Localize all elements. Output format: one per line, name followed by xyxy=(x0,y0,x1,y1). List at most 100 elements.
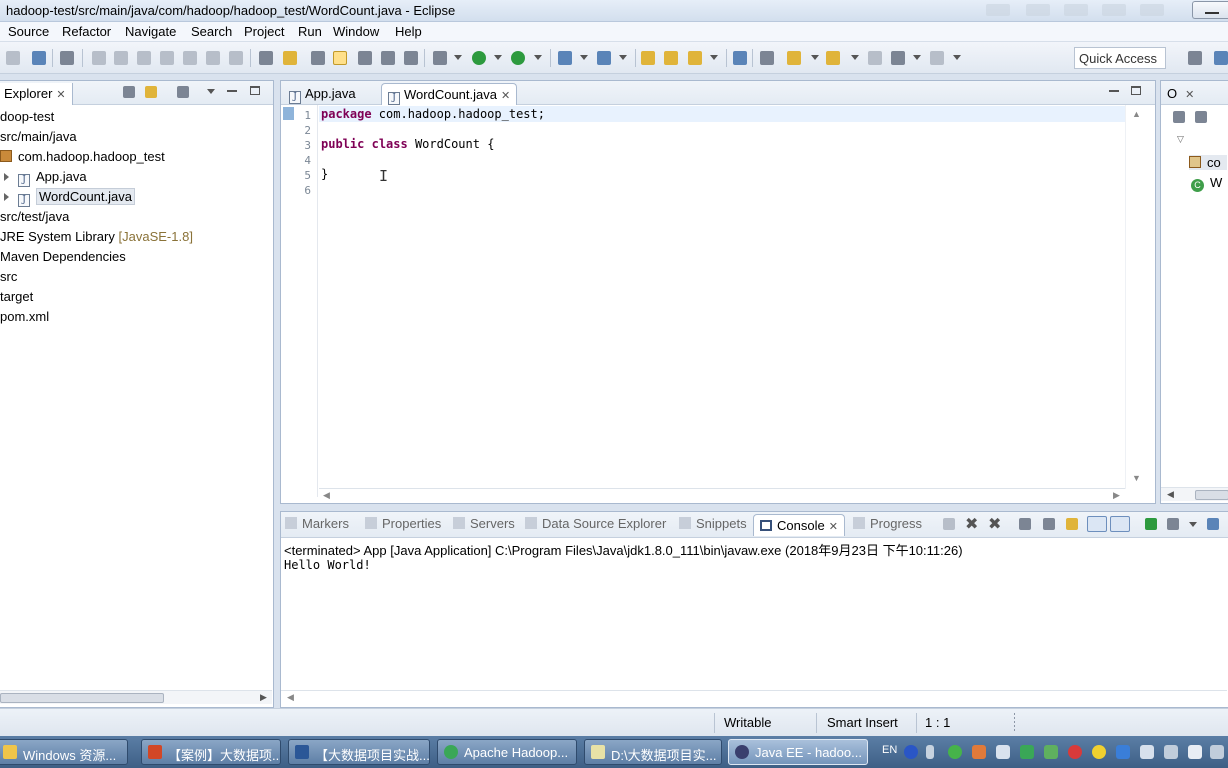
open-folder-icon[interactable] xyxy=(641,51,655,65)
chevron-down-icon[interactable] xyxy=(534,55,542,60)
menu-navigate[interactable]: Navigate xyxy=(125,24,176,39)
chevron-down-icon[interactable] xyxy=(851,55,859,60)
taskbar-item-eclipse[interactable]: Java EE - hadoo... xyxy=(728,739,868,765)
chevron-left-icon[interactable]: ◀ xyxy=(323,490,330,501)
chevron-down-icon[interactable] xyxy=(913,55,921,60)
tray-app-icon[interactable] xyxy=(1210,745,1224,759)
tab-app-java[interactable]: J App.java xyxy=(283,83,362,105)
explorer-horizontal-scrollbar[interactable]: ▶ xyxy=(0,690,272,704)
minimize-icon[interactable] xyxy=(227,90,237,92)
collapse-all-icon[interactable] xyxy=(123,86,135,98)
network-icon[interactable] xyxy=(1116,745,1130,759)
step-over-icon[interactable] xyxy=(206,51,220,65)
resume-icon[interactable] xyxy=(92,51,106,65)
new-class-icon[interactable] xyxy=(597,51,611,65)
editor-horizontal-scrollbar[interactable]: ◀ ▶ xyxy=(319,488,1125,502)
tab-console[interactable]: Console ✕ xyxy=(753,514,845,536)
outline-item-package[interactable]: co xyxy=(1189,155,1227,170)
paragraph-icon[interactable] xyxy=(404,51,418,65)
chevron-down-icon[interactable] xyxy=(1189,522,1197,527)
chevron-down-icon[interactable] xyxy=(710,55,718,60)
link-with-editor-icon[interactable] xyxy=(145,86,157,98)
outline-item-class[interactable]: CW xyxy=(1191,175,1222,192)
chevron-down-icon[interactable] xyxy=(953,55,961,60)
tree-item-pom[interactable]: pom.xml xyxy=(0,309,49,324)
chevron-left-icon[interactable]: ◀ xyxy=(287,692,294,703)
show-stdout-icon[interactable] xyxy=(1087,516,1107,532)
open-task-icon[interactable] xyxy=(688,51,702,65)
remove-all-icon[interactable]: ✖ xyxy=(988,514,1001,534)
minimize-button[interactable] xyxy=(1192,1,1228,19)
scroll-lock-icon[interactable] xyxy=(1043,518,1055,530)
chevron-right-icon[interactable]: ▶ xyxy=(1113,490,1120,501)
back-icon[interactable] xyxy=(891,51,905,65)
menu-source[interactable]: Source xyxy=(8,24,49,39)
tree-item-package[interactable]: com.hadoop.hadoop_test xyxy=(0,149,165,164)
chevron-up-icon[interactable]: ▲ xyxy=(1132,109,1141,119)
close-icon[interactable]: ✕ xyxy=(501,90,510,102)
console-horizontal-scrollbar[interactable]: ◀ xyxy=(281,690,1227,704)
chevron-down-icon[interactable] xyxy=(580,55,588,60)
minimize-icon[interactable] xyxy=(1109,90,1119,92)
menu-help[interactable]: Help xyxy=(395,24,422,39)
menu-refactor[interactable]: Refactor xyxy=(62,24,111,39)
sort-icon[interactable] xyxy=(1195,111,1207,123)
tree-item-app-java[interactable]: J App.java xyxy=(4,169,87,187)
taskbar-item-word[interactable]: 【大数据项目实战... xyxy=(288,739,430,765)
terminate-icon[interactable] xyxy=(137,51,151,65)
display-console-icon[interactable] xyxy=(1167,518,1179,530)
tab-explorer[interactable]: Explorer ✕ xyxy=(0,83,73,105)
tray-app-icon[interactable] xyxy=(1140,745,1154,759)
open-perspective-icon[interactable] xyxy=(1188,51,1202,65)
taskbar-item-explorer[interactable]: Windows 资源... xyxy=(0,739,128,765)
tab-wordcount-java[interactable]: J WordCount.java ✕ xyxy=(381,83,518,105)
run-icon[interactable] xyxy=(472,51,486,65)
menu-search[interactable]: Search xyxy=(191,24,232,39)
chevron-right-icon[interactable]: ▶ xyxy=(260,692,267,703)
tab-progress[interactable]: Progress xyxy=(853,516,922,531)
java-ee-perspective-icon[interactable] xyxy=(1214,51,1228,65)
terminate-icon[interactable] xyxy=(943,518,955,530)
code-line-1[interactable]: package com.hadoop.hadoop_test; xyxy=(321,107,545,121)
volume-icon[interactable] xyxy=(1188,745,1202,759)
tree-item-maven-dependencies[interactable]: Maven Dependencies xyxy=(0,249,126,264)
chevron-left-icon[interactable]: ◀ xyxy=(1167,489,1174,500)
word-wrap-icon[interactable] xyxy=(1066,518,1078,530)
debug-icon[interactable] xyxy=(433,51,447,65)
tab-outline[interactable]: O ✕ xyxy=(1161,83,1200,105)
open-type-icon[interactable] xyxy=(311,51,325,65)
tree-item-jre[interactable]: JRE System Library [JavaSE-1.8] xyxy=(0,229,193,244)
tab-snippets[interactable]: Snippets xyxy=(679,516,747,531)
chevron-down-icon[interactable]: ▽ xyxy=(1177,134,1184,145)
chevron-down-icon[interactable] xyxy=(494,55,502,60)
quick-access-input[interactable]: Quick Access xyxy=(1074,47,1166,69)
web-browser-icon[interactable] xyxy=(733,51,747,65)
outline-horizontal-scrollbar[interactable]: ◀ xyxy=(1161,487,1228,501)
taskbar-item-notepad[interactable]: D:\大数据项目实... xyxy=(584,739,722,765)
tab-data-source-explorer[interactable]: Data Source Explorer xyxy=(525,516,666,531)
step-into-icon[interactable] xyxy=(183,51,197,65)
tree-item-src[interactable]: src xyxy=(0,269,17,284)
show-stderr-icon[interactable] xyxy=(1110,516,1130,532)
menu-project[interactable]: Project xyxy=(244,24,284,39)
new-server-icon[interactable] xyxy=(558,51,572,65)
monitor-icon[interactable] xyxy=(1164,745,1178,759)
editor-vertical-scrollbar[interactable]: ▲ ▼ xyxy=(1125,105,1155,489)
chevron-down-icon[interactable] xyxy=(811,55,819,60)
previous-annotation-icon[interactable] xyxy=(826,51,840,65)
code-line-5[interactable]: } xyxy=(321,167,328,181)
tray-app-icon[interactable] xyxy=(972,745,986,759)
tree-item-src-test-java[interactable]: src/test/java xyxy=(0,209,69,224)
tree-item-src-main-java[interactable]: src/main/java xyxy=(0,129,77,144)
step-return-icon[interactable] xyxy=(229,51,243,65)
console-output[interactable]: Hello World! xyxy=(284,558,371,572)
menu-window[interactable]: Window xyxy=(333,24,379,39)
remove-launch-icon[interactable]: ✖ xyxy=(965,514,978,534)
next-annotation-icon[interactable] xyxy=(787,51,801,65)
shield-icon[interactable] xyxy=(1020,745,1034,759)
drop-to-frame-icon[interactable] xyxy=(259,51,273,65)
taskbar-item-chrome[interactable]: Apache Hadoop... xyxy=(437,739,577,765)
code-line-3[interactable]: public class WordCount { xyxy=(321,137,494,151)
language-indicator[interactable]: EN xyxy=(882,744,897,756)
clear-console-icon[interactable] xyxy=(1019,518,1031,530)
